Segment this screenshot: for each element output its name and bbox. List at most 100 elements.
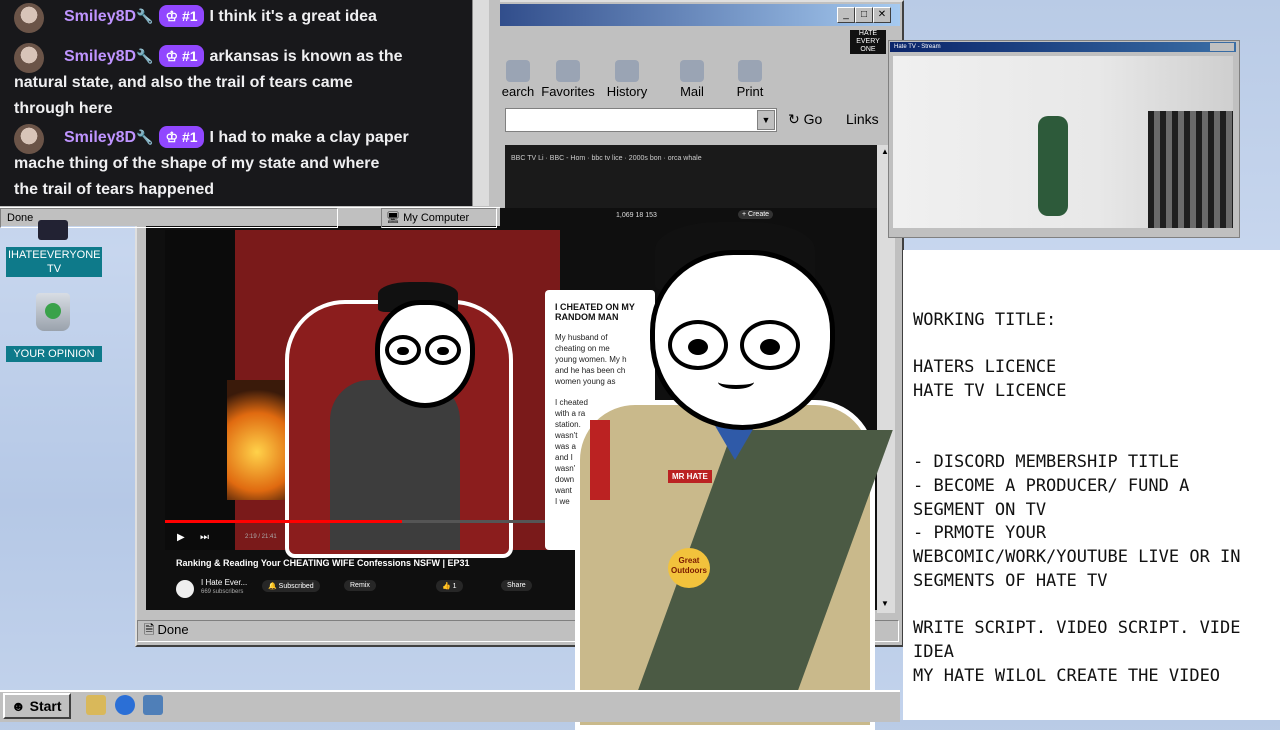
remix-button[interactable]: Remix bbox=[344, 580, 376, 591]
chat-message: Smiley8D🔧 ♔ #1 I had to make a clay paper … bbox=[14, 124, 464, 203]
bell-icon: 🔔 bbox=[268, 583, 277, 590]
small-char-eye-right bbox=[425, 335, 461, 365]
tab-bbc-tv[interactable]: BBC TV Li bbox=[511, 155, 544, 162]
scout-char-eye-right bbox=[740, 320, 800, 370]
taskbar bbox=[0, 690, 900, 722]
channel-avatar[interactable] bbox=[176, 580, 194, 598]
note-line: HATE TV LICENCE bbox=[913, 381, 1067, 401]
note-line: IDEA bbox=[913, 642, 954, 662]
quicklaunch-edit-icon[interactable] bbox=[86, 695, 106, 715]
address-dropdown-icon[interactable]: ▼ bbox=[757, 110, 775, 130]
desktop-icon-label-ihateeveryone[interactable]: IHATEEVERYONE TV bbox=[6, 247, 102, 277]
note-line: MY HATE WILOL CREATE THE VIDEO bbox=[913, 666, 1221, 686]
webcam-bunkbed bbox=[1148, 111, 1233, 228]
print-button[interactable]: Print bbox=[720, 60, 780, 99]
note-line: SEGMENTS OF HATE TV bbox=[913, 571, 1108, 591]
stat-b: 153 bbox=[645, 212, 657, 219]
note-line: WORKING TITLE: bbox=[913, 310, 1057, 330]
desktop-show-icon[interactable] bbox=[143, 695, 163, 715]
rank-badge: ♔ #1 bbox=[159, 5, 204, 27]
avatar[interactable] bbox=[14, 43, 44, 73]
favorites-icon bbox=[556, 60, 580, 82]
webcam-chair bbox=[1038, 116, 1068, 216]
avatar[interactable] bbox=[14, 124, 44, 154]
desktop-icon-label-your-opinion[interactable]: YOUR OPINION bbox=[6, 346, 102, 362]
rank-badge: ♔ #1 bbox=[159, 126, 204, 148]
seek-progress bbox=[165, 520, 402, 523]
chat-username[interactable]: Smiley8D bbox=[64, 8, 136, 25]
great-outdoors-patch: Great Outdoors bbox=[668, 548, 710, 588]
search-icon bbox=[506, 60, 530, 82]
ie-icon[interactable] bbox=[115, 695, 135, 715]
start-button[interactable]: ☻ Start bbox=[3, 693, 71, 719]
scout-char-mouth bbox=[718, 375, 754, 389]
chat-status-bar: Done 🖥 My Computer bbox=[0, 207, 500, 228]
next-button[interactable]: ⏭ bbox=[200, 532, 209, 543]
hate-tv-desktop-icon[interactable] bbox=[38, 220, 68, 240]
tab-bbc-licence[interactable]: bbc tv lice bbox=[591, 155, 622, 162]
stat-views: 1,069 bbox=[616, 212, 634, 219]
share-button[interactable]: Share bbox=[501, 580, 532, 591]
note-line: SEGMENT ON TV bbox=[913, 500, 1047, 520]
wrench-icon: 🔧 bbox=[136, 48, 154, 64]
note-line: - BECOME A PRODUCER/ FUND A bbox=[913, 476, 1190, 496]
note-line: - PRMOTE YOUR bbox=[913, 523, 1047, 543]
hate-tv-logo: HATE EVERY ONE bbox=[850, 30, 886, 54]
links-button[interactable]: Links bbox=[846, 108, 886, 130]
fireplace bbox=[227, 380, 287, 500]
windows-logo-icon: ☻ bbox=[11, 698, 26, 714]
seek-bar[interactable] bbox=[165, 520, 560, 523]
print-icon bbox=[738, 60, 762, 82]
stream-window-buttons[interactable] bbox=[1210, 43, 1234, 51]
play-button[interactable]: ▶ bbox=[177, 532, 185, 543]
history-button[interactable]: History bbox=[597, 60, 657, 99]
note-line: WRITE SCRIPT. VIDEO SCRIPT. VIDE bbox=[913, 618, 1241, 638]
stream-titlebar[interactable]: Hate TV - Stream bbox=[890, 42, 1236, 52]
avatar[interactable] bbox=[14, 3, 44, 33]
stat-a: 18 bbox=[635, 212, 644, 219]
chat-messages: Smiley8D🔧 ♔ #1 I think it's a great idea S… bbox=[0, 0, 472, 206]
post-card-title: I CHEATED ON MY RANDOM MAN bbox=[555, 302, 635, 322]
address-input[interactable] bbox=[505, 108, 777, 132]
chat-scrollbar[interactable] bbox=[472, 0, 489, 206]
recycle-bin-icon[interactable] bbox=[36, 293, 70, 331]
tab-bbc-home[interactable]: BBC - Hom bbox=[550, 155, 585, 162]
channel-name[interactable]: I Hate Ever... bbox=[201, 578, 247, 587]
note-line: WEBCOMIC/WORK/YOUTUBE LIVE OR IN bbox=[913, 547, 1241, 567]
create-button[interactable]: + Create bbox=[738, 210, 774, 219]
chat-message: Smiley8D🔧 ♔ #1 I think it's a great idea bbox=[14, 3, 464, 33]
inner-browser-tabs: BBC TV Li · BBC - Hom · bbc tv lice · 20… bbox=[505, 145, 877, 208]
chat-message: Smiley8D🔧 ♔ #1 arkansas is known as the na… bbox=[14, 43, 464, 122]
thumbs-up-icon: 👍 bbox=[442, 583, 451, 590]
mail-button[interactable]: Mail bbox=[662, 60, 722, 99]
tab-2000s[interactable]: 2000s bon bbox=[629, 155, 662, 162]
sleeve-patch bbox=[590, 420, 610, 500]
favorites-button[interactable]: Favorites bbox=[538, 60, 598, 99]
webcam-feed bbox=[893, 56, 1233, 228]
subscriber-count: 669 subscribers bbox=[201, 589, 244, 595]
chat-username[interactable]: Smiley8D bbox=[64, 129, 136, 146]
notes-panel[interactable]: WORKING TITLE: HATERS LICENCE HATE TV LI… bbox=[903, 250, 1280, 720]
tab-orca[interactable]: orca whale bbox=[668, 155, 702, 162]
small-char-eye-left bbox=[385, 335, 421, 365]
suit-body bbox=[330, 380, 460, 550]
scroll-down-icon[interactable]: ▼ bbox=[879, 599, 891, 611]
minimize-button[interactable]: _ bbox=[837, 7, 855, 23]
chat-username[interactable]: Smiley8D bbox=[64, 48, 136, 65]
video-title: Ranking & Reading Your CHEATING WIFE Con… bbox=[176, 558, 470, 568]
scout-char-eye-left bbox=[668, 320, 728, 370]
close-button[interactable]: ✕ bbox=[873, 7, 891, 23]
note-line: HATERS LICENCE bbox=[913, 357, 1057, 377]
time-display: 2:19 / 21:41 bbox=[245, 534, 277, 540]
go-icon: ↻ bbox=[788, 111, 800, 127]
like-button[interactable]: 👍 1 bbox=[436, 580, 463, 592]
ie-page-icon: 🗎 bbox=[144, 622, 155, 637]
go-button[interactable]: ↻ Go bbox=[788, 108, 830, 130]
maximize-button[interactable]: □ bbox=[855, 7, 873, 23]
rank-badge: ♔ #1 bbox=[159, 45, 204, 67]
wrench-icon: 🔧 bbox=[136, 129, 154, 145]
computer-icon: 🖥 bbox=[386, 212, 401, 224]
history-icon bbox=[615, 60, 639, 82]
subscribed-button[interactable]: 🔔 Subscribed bbox=[262, 580, 320, 592]
video-frame[interactable]: ▶ ⏭ 2:19 / 21:41 bbox=[165, 230, 560, 558]
